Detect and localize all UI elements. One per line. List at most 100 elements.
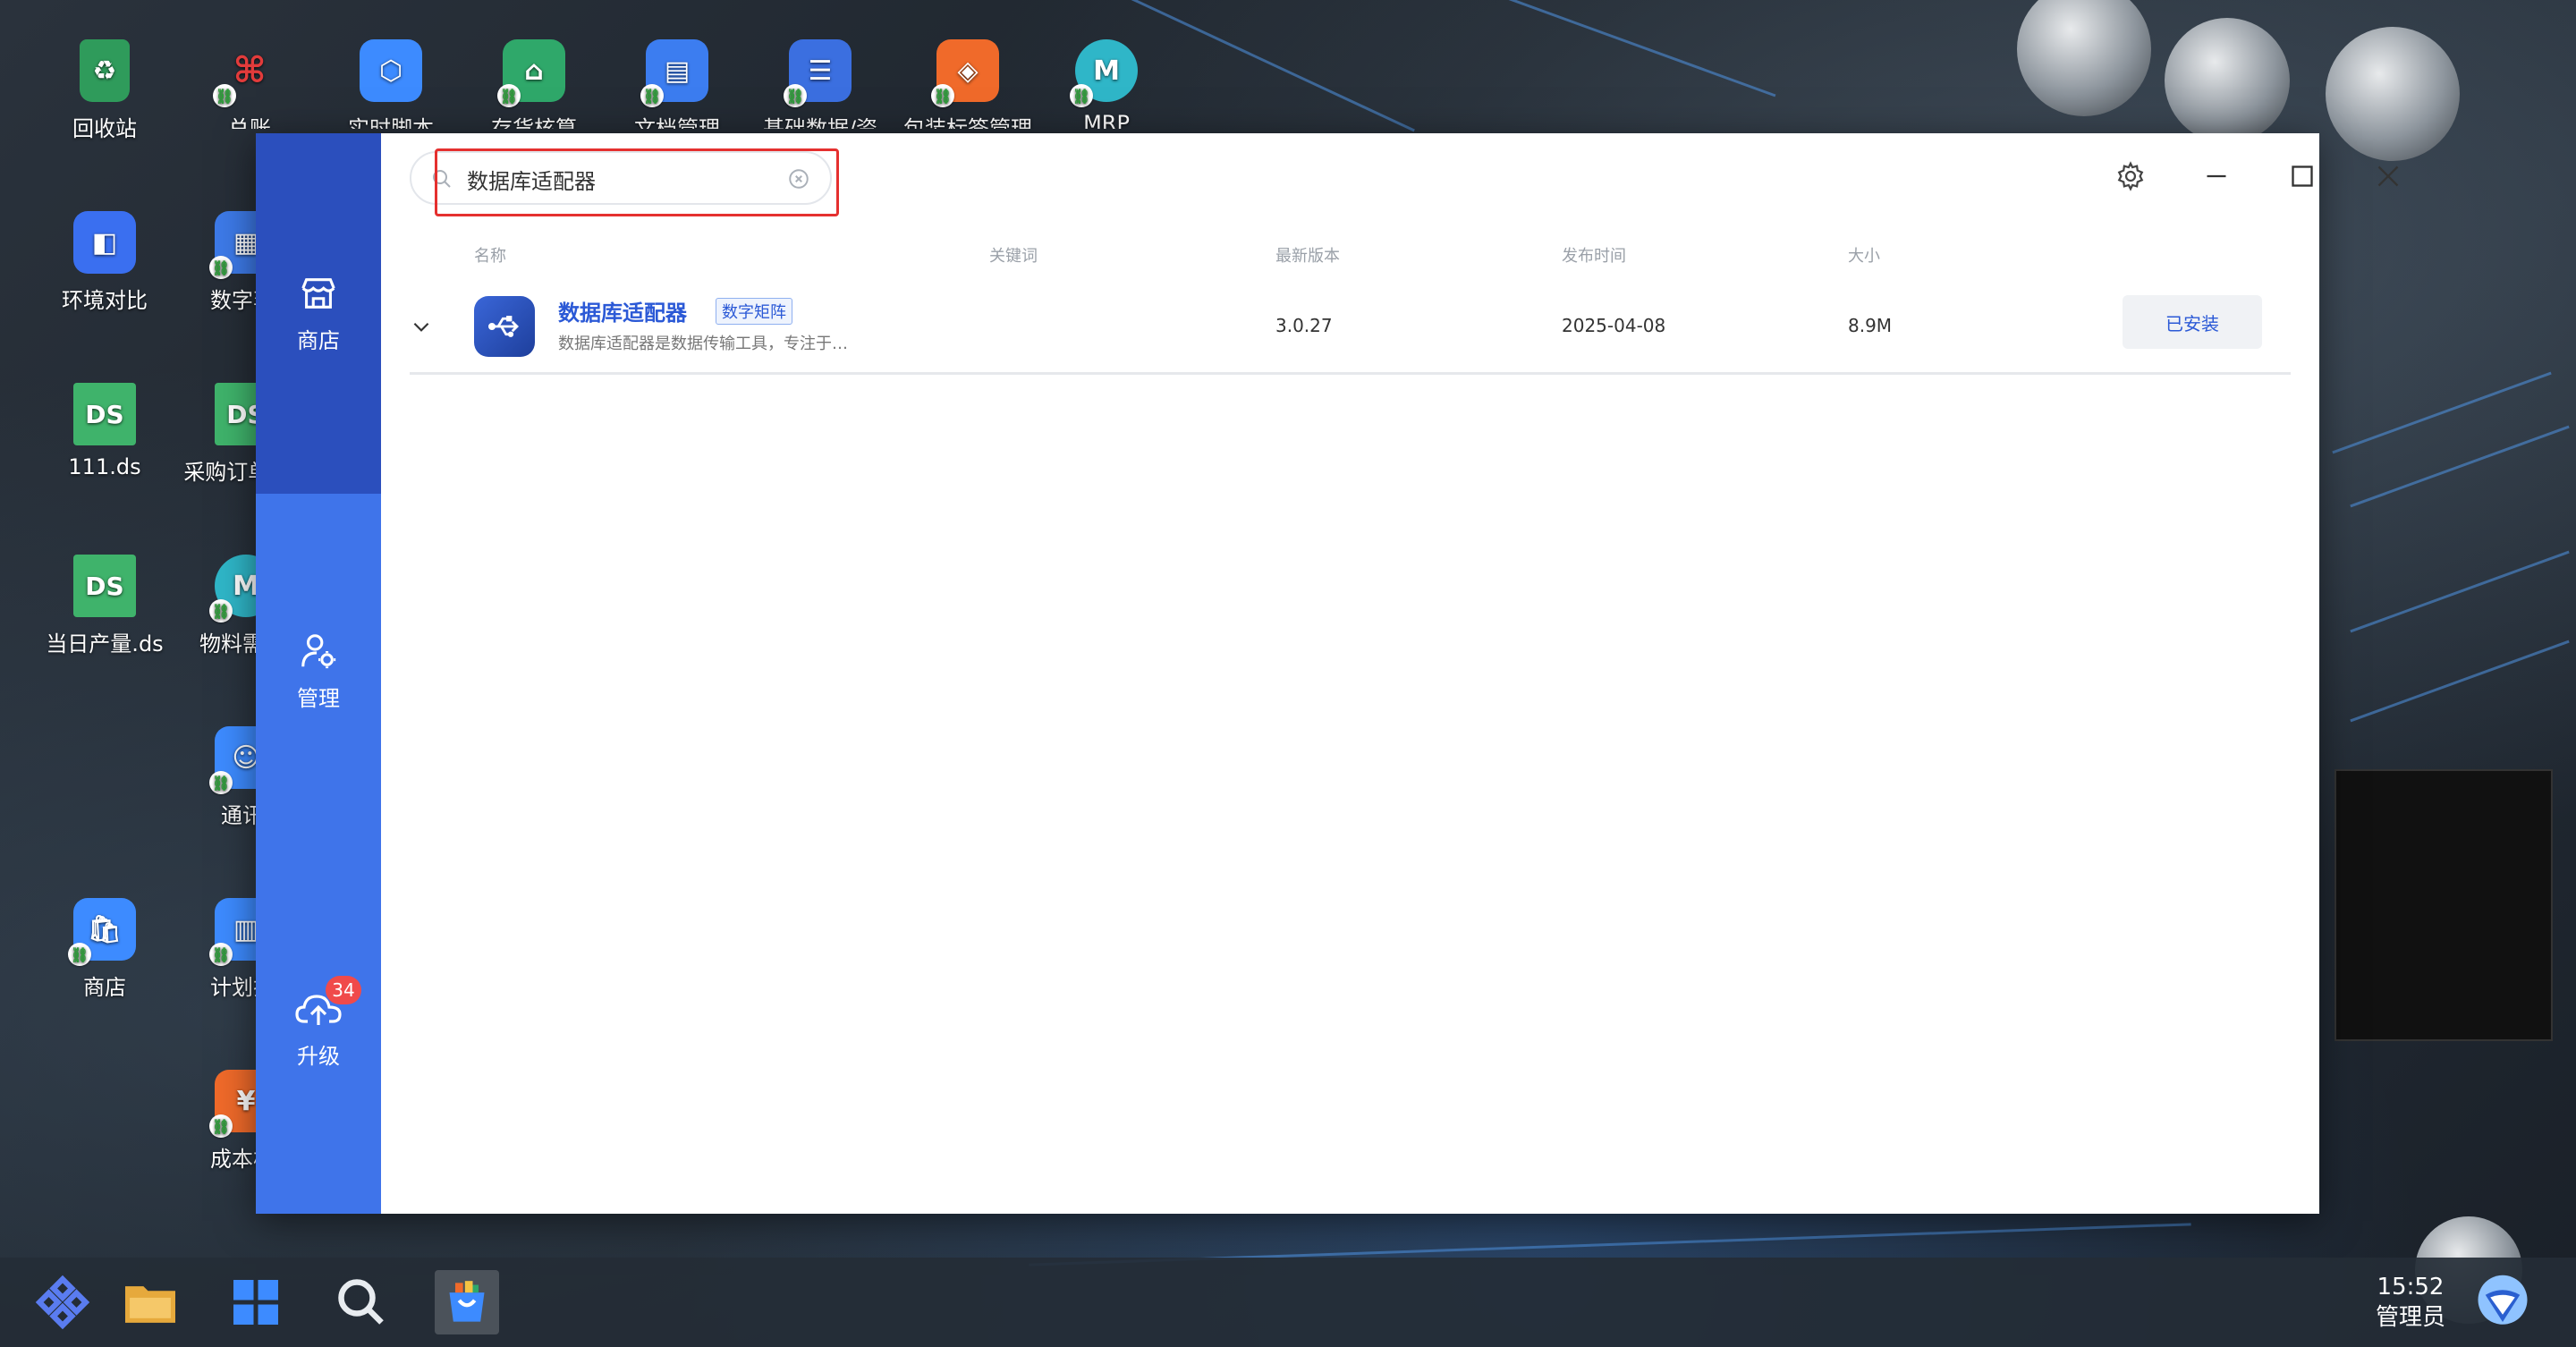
desktop-icon-111ds[interactable]: DS 111.ds (38, 383, 172, 479)
desktop-icon-script[interactable]: ⬡ 实时脚本 (324, 39, 458, 129)
desktop-icon-documents[interactable]: ▤ ⛓ 文档管理 (610, 39, 744, 129)
store-bag-icon (449, 1281, 485, 1322)
desktop-icon-label: 回收站 (72, 116, 137, 141)
desktop-icon-label: 包装标签管理 (903, 116, 1032, 129)
app-date: 2025-04-08 (1562, 315, 1666, 336)
desktop-icon-contacts[interactable]: ☺ ⛓ 通讯 (182, 726, 256, 829)
link-badge-icon: ⛓ (1070, 84, 1093, 107)
sidebar: 商店 管理 34 升级 (256, 133, 381, 1214)
app-description: 数据库适配器是数据传输工具，专注于… (558, 335, 848, 353)
desktop-icon-mrp[interactable]: M ⛓ MRP (1039, 39, 1174, 129)
taskbar-search[interactable] (329, 1270, 394, 1334)
desktop-icon-label: 物料需求 (199, 631, 256, 657)
desktop-icon-label: 存货核算 (491, 116, 577, 129)
plan-icon: ▥ ⛓ (209, 898, 256, 966)
close-button[interactable] (2367, 155, 2410, 198)
sidebar-item-label: 商店 (297, 328, 340, 353)
desktop-icon-label: 商店 (83, 975, 126, 1000)
column-header-name: 名称 (474, 247, 506, 266)
close-icon (2377, 165, 2399, 187)
desktop-icon-label: 通讯 (221, 803, 256, 828)
desktop-icon-output-ds[interactable]: DS 当日产量.ds (38, 555, 172, 657)
installed-button[interactable]: 已安装 (2123, 295, 2262, 349)
app-name[interactable]: 数据库适配器 (558, 295, 687, 326)
column-header-keyword: 关键词 (989, 247, 1038, 266)
taskbar-clock[interactable]: 15:52 管理员 (2376, 1272, 2445, 1333)
sidebar-item-upgrade[interactable]: 34 升级 (256, 976, 381, 1070)
desktop-icon-digital[interactable]: ▦⛓ 数字孪 (182, 211, 256, 314)
desktop-icon-purchase-ds[interactable]: DS 采购订单.ds (182, 383, 256, 486)
desktop-icon-label: 文档管理 (634, 116, 720, 129)
link-badge-icon: ⛓ (497, 84, 521, 107)
ds-file-icon: DS (73, 383, 136, 445)
desktop-icon-recycle-bin[interactable]: ♻ 回收站 (38, 39, 172, 142)
desktop-icon-basedata[interactable]: ☰ ⛓ 基础数据/资 (753, 39, 887, 129)
column-header-version: 最新版本 (1275, 247, 1340, 266)
link-badge-icon: ⛓ (209, 256, 233, 279)
maximize-button[interactable] (2281, 155, 2324, 198)
sidebar-item-store[interactable]: 商店 (256, 273, 381, 354)
store-icon (301, 278, 335, 309)
desktop-icon-label: 采购订单.ds (183, 460, 256, 485)
ledger-icon: ⌘ ⛓ (213, 39, 281, 107)
desktop-icon-ledger[interactable]: ⌘ ⛓ 总账 (182, 39, 317, 129)
chevron-down-icon[interactable] (410, 315, 433, 338)
desktop-icon-label: 环境对比 (62, 288, 148, 313)
desktop-icon-label: 成本核 (210, 1147, 256, 1172)
desktop-icon-store[interactable]: 🛍 ⛓ 商店 (38, 898, 172, 1001)
desktop-icon-inventory[interactable]: ⌂ ⛓ 存货核算 (467, 39, 601, 129)
link-badge-icon: ⛓ (209, 771, 233, 794)
desktop-icon-labels[interactable]: ◈ ⛓ 包装标签管理 (896, 39, 1039, 129)
maximize-icon (2292, 165, 2313, 187)
desktop-icon-material[interactable]: M⛓ 物料需求 (182, 555, 256, 657)
desktop-icon-plan[interactable]: ▥⛓ 计划排 (182, 898, 256, 1001)
taskbar-store[interactable] (435, 1270, 499, 1334)
cost-icon: ¥ ⛓ (209, 1070, 256, 1138)
link-badge-icon: ⛓ (640, 84, 664, 107)
link-badge-icon: ⛓ (213, 84, 236, 107)
table-header: 名称 关键词 最新版本 发布时间 大小 (381, 236, 2319, 272)
taskbar-assistant[interactable] (2470, 1270, 2535, 1334)
taskbar-file-manager[interactable] (118, 1270, 182, 1334)
taskbar-start-button[interactable] (30, 1270, 95, 1334)
document-icon: ▤ ⛓ (640, 39, 708, 107)
desktop-icon-label: MRP (1083, 111, 1130, 129)
link-badge-icon: ⛓ (209, 943, 233, 966)
desktop-icon-label: 当日产量.ds (46, 631, 164, 657)
sidebar-item-manage[interactable]: 管理 (256, 631, 381, 712)
minimize-button[interactable] (2195, 155, 2238, 198)
desktop-icon-label: 计划排 (210, 975, 256, 1000)
contacts-icon: ☺ ⛓ (209, 726, 256, 794)
ds-file-icon: DS (215, 383, 256, 445)
mrp-icon: M ⛓ (209, 555, 256, 623)
settings-button[interactable] (2109, 155, 2152, 198)
gear-icon (2117, 161, 2144, 191)
user-gear-icon (301, 634, 336, 669)
mrp-icon: M ⛓ (1070, 39, 1138, 107)
link-badge-icon: ⛓ (931, 84, 954, 107)
taskbar-windows[interactable] (224, 1270, 288, 1334)
app-logo-usb-icon (474, 296, 535, 357)
desktop-icon-label: 111.ds (68, 454, 141, 479)
app-size: 8.9M (1848, 315, 1893, 336)
sidebar-item-label: 管理 (297, 686, 340, 711)
column-header-size: 大小 (1848, 247, 1880, 266)
clock-time: 15:52 (2377, 1274, 2445, 1300)
desktop-icon-label: 基础数据/资 (762, 116, 878, 129)
desktop-icon-compare[interactable]: ◧ 环境对比 (38, 211, 172, 314)
compare-icon: ◧ (73, 211, 136, 274)
upgrade-count-badge: 34 (326, 976, 361, 1004)
store-bag-icon: 🛍 ⛓ (68, 898, 136, 966)
table-row[interactable]: 数据库适配器 数字矩阵 数据库适配器是数据传输工具，专注于… 3.0.27 20… (410, 281, 2291, 375)
current-user: 管理员 (2375, 1304, 2445, 1331)
label-icon: ◈ ⛓ (931, 39, 999, 107)
grid-icon: ▦ ⛓ (209, 211, 256, 279)
desktop-icon-cost[interactable]: ¥⛓ 成本核 (182, 1070, 256, 1173)
link-badge-icon: ⛓ (209, 599, 233, 623)
app-tag: 数字矩阵 (716, 298, 792, 325)
column-header-date: 发布时间 (1562, 247, 1626, 266)
search-highlight-box (435, 148, 839, 216)
start-logo-icon (35, 1275, 90, 1330)
desktop-icon-label: 总账 (228, 116, 271, 129)
warehouse-icon: ⌂ ⛓ (497, 39, 565, 107)
